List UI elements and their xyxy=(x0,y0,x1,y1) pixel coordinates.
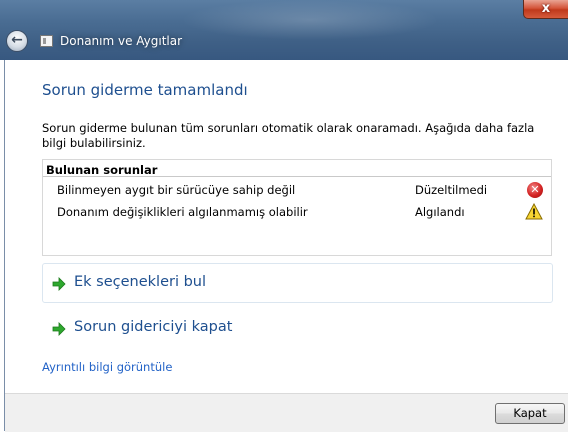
hardware-app-icon xyxy=(40,35,53,47)
problem-name: Bilinmeyen aygıt bir sürücüye sahip deği… xyxy=(57,183,296,197)
problem-status: Algılandı xyxy=(415,205,465,219)
green-arrow-icon xyxy=(52,322,66,336)
window-close-button[interactable]: x xyxy=(523,0,568,19)
problem-name: Donanım değişiklikleri algılanmamış olab… xyxy=(57,205,308,219)
page-title: Sorun giderme tamamlandı xyxy=(42,81,248,99)
problem-row[interactable]: Bilinmeyen aygıt bir sürücüye sahip deği… xyxy=(43,182,551,201)
view-details-link[interactable]: Ayrıntılı bilgi görüntüle xyxy=(42,360,172,374)
back-button[interactable]: ← xyxy=(6,30,28,52)
problem-row[interactable]: Donanım değişiklikleri algılanmamış olab… xyxy=(43,203,551,223)
green-arrow-icon xyxy=(52,277,66,291)
close-troubleshooter-label: Sorun gidericiyi kapat xyxy=(74,319,233,335)
close-button[interactable]: Kapat xyxy=(495,403,565,424)
warning-icon xyxy=(525,203,543,220)
description-text: Sorun giderme bulunan tüm sorunları otom… xyxy=(42,121,535,150)
find-more-options-label: Ek seçenekleri bul xyxy=(74,274,207,290)
window-title: Donanım ve Aygıtlar xyxy=(60,34,183,48)
error-icon: ✕ xyxy=(527,182,543,198)
problems-list: Bulunan sorunlar Bilinmeyen aygıt bir sü… xyxy=(42,159,552,256)
problems-header: Bulunan sorunlar xyxy=(46,163,158,177)
problem-status: Düzeltilmedi xyxy=(415,183,488,197)
footer-bar xyxy=(5,393,568,432)
divider xyxy=(43,176,551,177)
